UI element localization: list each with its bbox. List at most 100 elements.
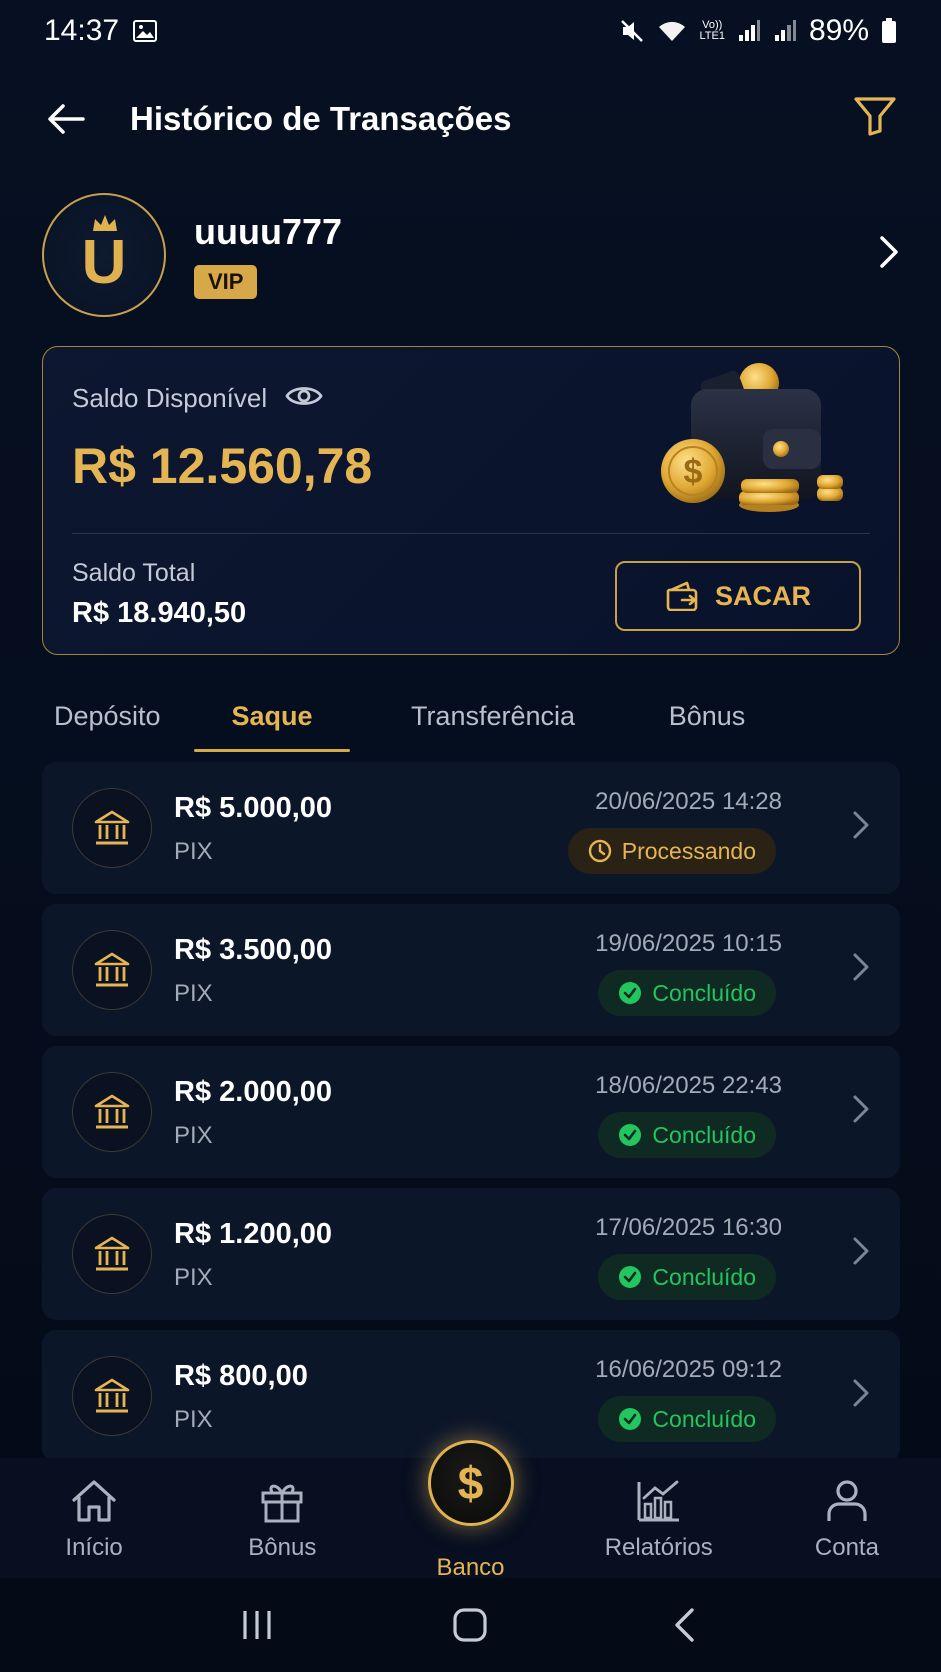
bank-icon [72, 930, 152, 1010]
wifi-icon [657, 19, 687, 43]
bottom-nav: Início Bônus $ Banco Relatórios Conta [0, 1440, 941, 1581]
status-time: 14:37 [44, 14, 120, 47]
card-divider [72, 533, 870, 534]
app-header: Histórico de Transações [0, 80, 941, 158]
check-circle-icon [619, 1124, 642, 1146]
transaction-method: PIX [174, 980, 213, 1007]
home-icon [72, 1480, 116, 1522]
bank-icon [72, 788, 152, 868]
home-system-button[interactable] [440, 1595, 500, 1655]
transaction-datetime: 18/06/2025 22:43 [595, 1072, 782, 1099]
transaction-method: PIX [174, 1122, 213, 1149]
transaction-list: R$ 5.000,00 PIX 20/06/2025 14:28 Process… [42, 762, 900, 1458]
chevron-right-icon [852, 1094, 870, 1129]
avatar-letter: U [81, 227, 127, 297]
chart-icon [637, 1480, 679, 1522]
nav-item-relatorios[interactable]: Relatórios [565, 1458, 753, 1578]
profile-row[interactable]: U uuuu777 VIP [42, 192, 900, 318]
recent-apps-button[interactable] [227, 1595, 287, 1655]
transaction-method: PIX [174, 1264, 213, 1291]
back-system-button[interactable] [654, 1595, 714, 1655]
transaction-type-tabs: Depósito Saque Transferência Bônus [42, 680, 900, 752]
transaction-row[interactable]: R$ 2.000,00 PIX 18/06/2025 22:43 Concluí… [42, 1046, 900, 1178]
transaction-amount: R$ 3.500,00 [174, 934, 333, 966]
transaction-amount: R$ 5.000,00 [174, 792, 333, 824]
nav-item-banco[interactable]: $ Banco [376, 1440, 564, 1581]
transaction-row[interactable]: R$ 5.000,00 PIX 20/06/2025 14:28 Process… [42, 762, 900, 894]
gift-icon [261, 1484, 303, 1523]
transaction-row[interactable]: R$ 800,00 PIX 16/06/2025 09:12 Concluído [42, 1330, 900, 1458]
transaction-datetime: 16/06/2025 09:12 [595, 1356, 782, 1383]
bank-icon [72, 1356, 152, 1436]
mute-icon [619, 18, 645, 44]
clock-icon [588, 839, 611, 863]
eye-icon[interactable] [285, 383, 323, 414]
crown-icon [93, 215, 117, 231]
volte-icon: Vo)) LTE1 [699, 19, 725, 42]
system-nav-bar [0, 1578, 941, 1672]
status-badge: Concluído [598, 970, 776, 1016]
chevron-right-icon [852, 810, 870, 845]
total-balance-value: R$ 18.940,50 [72, 597, 247, 629]
transaction-amount: R$ 800,00 [174, 1360, 308, 1392]
total-balance-label: Saldo Total [72, 559, 196, 587]
transaction-amount: R$ 1.200,00 [174, 1218, 333, 1250]
signal-icon [737, 19, 761, 43]
chevron-right-icon [852, 952, 870, 987]
balance-card: Saldo Disponível R$ 12.560,78 $ Saldo To… [42, 346, 900, 655]
vip-badge: VIP [194, 265, 258, 299]
wallet-withdraw-icon [666, 581, 698, 611]
nav-item-conta[interactable]: Conta [753, 1458, 941, 1578]
chevron-right-icon [878, 234, 900, 275]
recent-apps-icon [243, 1611, 271, 1639]
withdraw-button[interactable]: SACAR [615, 561, 861, 631]
svg-text:$: $ [684, 453, 703, 491]
page-title: Histórico de Transações [130, 100, 512, 137]
home-square-icon [453, 1608, 488, 1642]
status-badge: Concluído [598, 1112, 776, 1158]
available-balance-label: Saldo Disponível [72, 383, 268, 413]
check-circle-icon [619, 1266, 642, 1288]
status-badge: Concluído [598, 1396, 776, 1442]
back-button[interactable] [44, 97, 88, 141]
filter-button[interactable] [853, 96, 899, 142]
transaction-method: PIX [174, 838, 213, 865]
transaction-datetime: 17/06/2025 16:30 [595, 1214, 782, 1241]
status-badge: Concluído [598, 1254, 776, 1300]
arrow-left-icon [48, 104, 85, 134]
nav-item-bonus[interactable]: Bônus [188, 1458, 376, 1578]
available-balance-value: R$ 12.560,78 [72, 438, 373, 494]
bank-icon [72, 1072, 152, 1152]
chevron-right-icon [852, 1378, 870, 1413]
check-circle-icon [619, 1408, 642, 1430]
dollar-coin-icon: $ [427, 1440, 514, 1526]
username: uuuu777 [194, 211, 343, 252]
chevron-right-icon [852, 1236, 870, 1271]
status-badge: Processando [567, 828, 776, 874]
battery-percent: 89% [808, 14, 869, 47]
tab-transferencia[interactable]: Transferência [364, 680, 622, 752]
chevron-left-icon [675, 1608, 694, 1642]
transaction-datetime: 20/06/2025 14:28 [595, 788, 782, 815]
filter-icon [854, 97, 896, 136]
screen: 14:37 Vo)) LTE1 89% Histórico de Transaç… [0, 0, 941, 1672]
tab-deposito[interactable]: Depósito [42, 680, 176, 752]
transaction-row[interactable]: R$ 1.200,00 PIX 17/06/2025 16:30 Concluí… [42, 1188, 900, 1320]
check-circle-icon [619, 982, 642, 1004]
profile-info: uuuu777 VIP [194, 211, 342, 299]
user-icon [827, 1480, 867, 1521]
wallet-coins-illustration: $ [661, 363, 843, 512]
status-bar: 14:37 Vo)) LTE1 89% [0, 0, 941, 62]
nav-item-inicio[interactable]: Início [0, 1458, 188, 1578]
battery-icon [881, 18, 897, 44]
transaction-datetime: 19/06/2025 10:15 [595, 930, 782, 957]
tab-saque[interactable]: Saque [194, 680, 350, 752]
tab-bonus[interactable]: Bônus [642, 680, 772, 752]
gallery-icon [133, 20, 158, 42]
transaction-amount: R$ 2.000,00 [174, 1076, 333, 1108]
withdraw-button-label: SACAR [714, 580, 811, 611]
bank-icon [72, 1214, 152, 1294]
transaction-row[interactable]: R$ 3.500,00 PIX 19/06/2025 10:15 Concluí… [42, 904, 900, 1036]
available-balance-label-row: Saldo Disponível [72, 383, 323, 414]
signal-icon-2 [773, 19, 797, 43]
